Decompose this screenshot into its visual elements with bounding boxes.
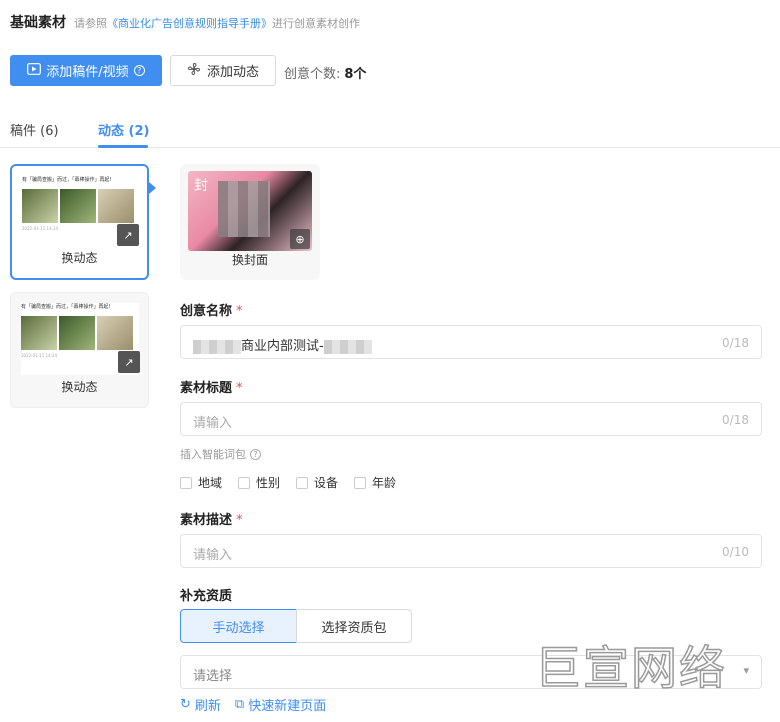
- dynamic-card[interactable]: 有「骗局查搬」而过，「幕棒操作」再起! 2022-01-11 14:24 ↗ 换…: [10, 292, 149, 408]
- video-icon: [27, 62, 42, 79]
- masked-text: [193, 339, 241, 354]
- char-count: 0/18: [722, 336, 749, 350]
- char-count: 0/10: [722, 545, 749, 559]
- refresh-label: 刷新: [194, 699, 221, 714]
- required-mark: *: [236, 513, 243, 528]
- count-value: 8个: [344, 67, 367, 82]
- dynamic-card[interactable]: 有「骗局查搬」而过，「幕棒操作」再起! 2022-01-11 14:24 ↗ 换…: [10, 164, 149, 280]
- new-page-link[interactable]: ⧉ 快速新建页面: [235, 695, 326, 714]
- creative-count: 创意个数: 8个: [284, 63, 366, 82]
- select-placeholder: 请选择: [193, 669, 233, 684]
- thumb-row: [22, 189, 140, 223]
- smart-words-label: 插入智能词包 ?: [180, 446, 261, 462]
- required-mark: *: [236, 304, 243, 319]
- add-manuscript-label: 添加稿件/视频: [46, 65, 129, 80]
- title-placeholder: 请输入: [193, 416, 233, 431]
- thumb-image: [21, 316, 57, 350]
- smart-words-text: 插入智能词包: [180, 448, 246, 461]
- external-link-icon[interactable]: ↗: [117, 224, 139, 246]
- checkbox-gender[interactable]: 性别: [238, 474, 280, 491]
- checkbox-label: 设备: [314, 476, 339, 490]
- replace-dynamic-label[interactable]: 换动态: [12, 249, 147, 266]
- title-label: 素材标题 *: [180, 377, 243, 396]
- section-hint: 请参照《商业化广告创意规则指导手册》进行创意素材创作: [74, 15, 360, 31]
- qual-label-text: 补充资质: [180, 589, 233, 604]
- char-count: 0/18: [722, 413, 749, 427]
- dynamic-text: 有「骗局查搬」而过，「幕棒操作」再起!: [21, 304, 111, 310]
- checkbox-label: 年龄: [372, 476, 397, 490]
- active-tab-indicator: [98, 145, 148, 148]
- creative-name-input[interactable]: 商业内部测试- 0/18: [180, 325, 762, 359]
- thumb-row: [21, 316, 139, 350]
- checkbox-label: 地域: [198, 476, 223, 490]
- replace-dynamic-label[interactable]: 换动态: [11, 378, 148, 395]
- smart-words-options: 地域 性别 设备 年龄: [180, 474, 412, 491]
- watermark: 巨宣网络: [534, 640, 727, 696]
- hint-prefix: 请参照: [74, 17, 107, 30]
- fan-icon: [187, 62, 201, 80]
- guide-link[interactable]: 《商业化广告创意规则指导手册》: [107, 17, 272, 30]
- manual-select-button[interactable]: 手动选择: [180, 609, 297, 643]
- checkbox[interactable]: [296, 476, 309, 489]
- material-title-input[interactable]: 请输入 0/18: [180, 402, 762, 436]
- thumb-image: [22, 189, 58, 223]
- add-dynamic-label: 添加动态: [206, 65, 259, 80]
- material-desc-input[interactable]: 请输入 0/10: [180, 534, 762, 568]
- refresh-icon: ↻: [180, 697, 191, 712]
- title-label-text: 素材标题: [180, 381, 233, 396]
- desc-label: 素材描述 *: [180, 509, 243, 528]
- thumb-image: [97, 316, 133, 350]
- creative-name-value: 商业内部测试-: [193, 335, 372, 354]
- masked-text: [323, 339, 372, 354]
- tab-bar: 稿件 (6) 动态 (2): [0, 112, 780, 148]
- action-links: ↻ 刷新 ⧉ 快速新建页面: [180, 695, 326, 714]
- hint-suffix: 进行创意素材创作: [272, 17, 360, 30]
- tab-dynamics[interactable]: 动态 (2): [98, 120, 149, 139]
- desc-placeholder: 请输入: [193, 548, 233, 563]
- checkbox[interactable]: [180, 476, 192, 489]
- add-dynamic-button[interactable]: 添加动态: [170, 55, 276, 86]
- qual-label: 补充资质: [180, 585, 232, 604]
- checkbox-region[interactable]: 地域: [180, 474, 222, 491]
- blurred-region: [218, 181, 270, 237]
- name-label-text: 创意名称: [180, 304, 233, 319]
- checkbox-age[interactable]: 年龄: [354, 474, 396, 491]
- refresh-link[interactable]: ↻ 刷新: [180, 695, 221, 714]
- tab-manuscripts[interactable]: 稿件 (6): [10, 120, 59, 139]
- thumb-image: [59, 316, 95, 350]
- count-label: 创意个数:: [284, 67, 341, 82]
- thumb-image: [60, 189, 96, 223]
- chevron-down-icon: ▾: [743, 664, 749, 677]
- cover-card[interactable]: 封 ⊕ 换封面: [180, 164, 320, 280]
- name-label: 创意名称 *: [180, 300, 243, 319]
- checkbox-device[interactable]: 设备: [296, 474, 338, 491]
- add-manuscript-button[interactable]: 添加稿件/视频 ?: [10, 55, 162, 86]
- desc-label-text: 素材描述: [180, 513, 233, 528]
- help-icon: ?: [133, 65, 145, 76]
- section-header: 基础素材 请参照《商业化广告创意规则指导手册》进行创意素材创作: [10, 12, 360, 32]
- qual-package-button[interactable]: 选择资质包: [296, 609, 412, 643]
- replace-cover-label[interactable]: 换封面: [180, 251, 320, 268]
- checkbox-label: 性别: [256, 476, 281, 490]
- checkbox[interactable]: [354, 476, 367, 489]
- dynamic-text: 有「骗局查搬」而过，「幕棒操作」再起!: [22, 177, 112, 183]
- zoom-in-icon[interactable]: ⊕: [290, 229, 310, 249]
- checkbox[interactable]: [238, 476, 251, 489]
- selected-arrow: [149, 182, 156, 194]
- cover-image: 封 ⊕: [188, 171, 312, 251]
- thumb-image: [98, 189, 134, 223]
- cover-badge: 封: [194, 178, 208, 194]
- required-mark: *: [236, 381, 243, 396]
- section-title: 基础素材: [10, 15, 66, 31]
- external-link-icon: ⧉: [234, 697, 245, 712]
- new-page-label: 快速新建页面: [248, 699, 327, 714]
- external-link-icon[interactable]: ↗: [118, 351, 140, 373]
- creative-name-text: 商业内部测试-: [241, 339, 324, 354]
- help-icon[interactable]: ?: [250, 448, 261, 460]
